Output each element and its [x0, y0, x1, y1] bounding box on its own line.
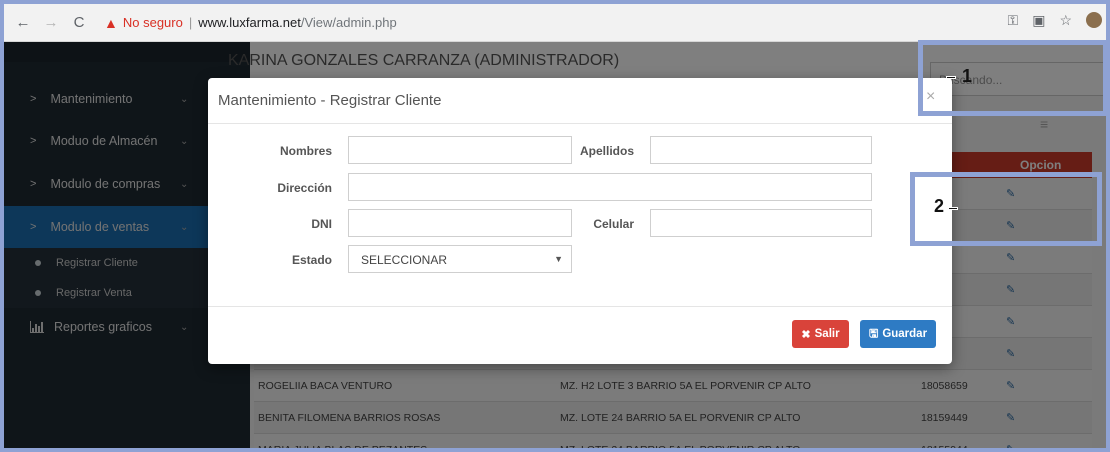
url-domain: www.luxfarma.net	[198, 15, 301, 30]
back-icon[interactable]: ←	[14, 14, 32, 31]
annotation-number-2: 2	[934, 196, 945, 216]
nombres-label: Nombres	[279, 144, 332, 158]
cursor-marker	[948, 207, 958, 210]
salir-button[interactable]: ✖ Salir	[792, 320, 849, 348]
dni-label: DNI	[311, 217, 332, 231]
close-icon: ✖	[801, 328, 811, 341]
browser-actions: ⚿ ▣ ☆	[1008, 12, 1102, 29]
avatar[interactable]	[1086, 12, 1102, 28]
guardar-button[interactable]: 🖫 Guardar	[860, 320, 936, 348]
warning-icon[interactable]: ▲	[104, 15, 118, 31]
dni-field[interactable]	[348, 209, 572, 237]
apellidos-field[interactable]	[650, 136, 872, 164]
guardar-label: Guardar	[882, 328, 928, 340]
browser-toolbar: ← → C ▲ No seguro | www.luxfarma.net/Vie…	[4, 4, 1106, 42]
annotation-number-1: 1	[962, 66, 973, 86]
estado-label: Estado	[291, 253, 332, 267]
estado-select[interactable]: SELECCIONAR ▼	[348, 245, 572, 273]
register-client-modal: Mantenimiento - Registrar Cliente × Nomb…	[208, 78, 952, 364]
direccion-label: Dirección	[277, 181, 332, 195]
url-separator: |	[188, 15, 193, 30]
url-path: /View/admin.php	[300, 15, 397, 30]
celular-field[interactable]	[650, 209, 872, 237]
insecure-label[interactable]: No seguro	[123, 15, 183, 30]
dropdown-arrow-icon: ▼	[554, 254, 563, 264]
forward-icon[interactable]: →	[42, 14, 60, 31]
estado-selected-value: SELECCIONAR	[361, 253, 448, 267]
nombres-field[interactable]	[348, 136, 572, 164]
cursor-marker	[946, 76, 956, 79]
save-icon: 🖫	[868, 327, 879, 340]
apellidos-label: Apellidos	[579, 144, 634, 158]
address-bar[interactable]: www.luxfarma.net/View/admin.php	[198, 15, 396, 30]
celular-label: Celular	[593, 217, 634, 231]
screenshot-frame: ← → C ▲ No seguro | www.luxfarma.net/Vie…	[0, 0, 1110, 452]
salir-label: Salir	[814, 328, 840, 340]
direccion-field[interactable]	[348, 173, 872, 201]
translate-icon[interactable]: ▣	[1032, 12, 1045, 29]
key-icon[interactable]: ⚿	[1008, 12, 1019, 29]
modal-title: Mantenimiento - Registrar Cliente	[218, 92, 442, 109]
star-icon[interactable]: ☆	[1059, 12, 1072, 29]
modal-header: Mantenimiento - Registrar Cliente ×	[208, 78, 952, 124]
reload-icon[interactable]: C	[70, 14, 88, 31]
modal-footer-divider	[208, 306, 952, 307]
